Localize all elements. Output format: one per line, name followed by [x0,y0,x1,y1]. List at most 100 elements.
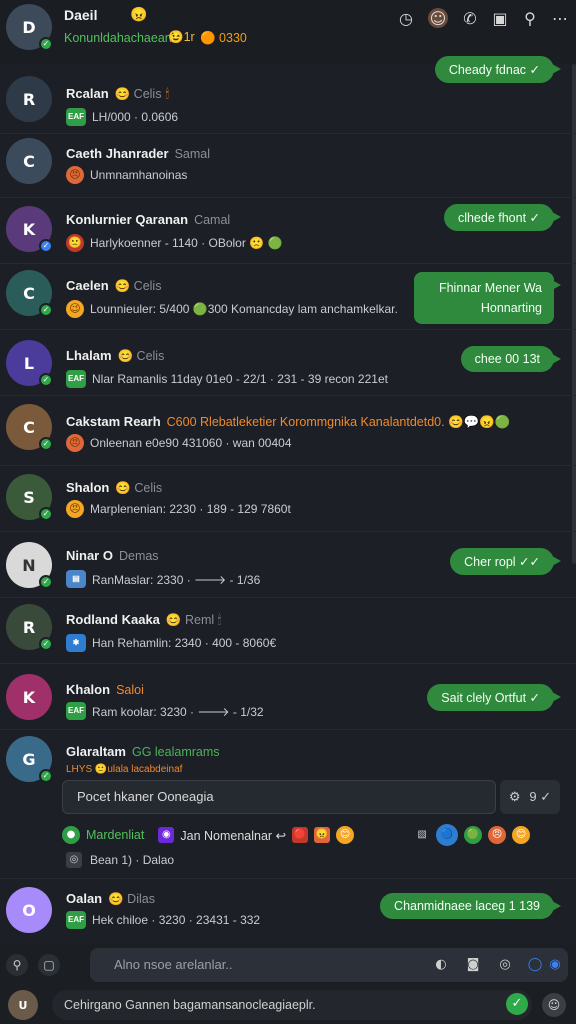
chat-tag: Camal [194,213,231,227]
chat-tag: Saloi [116,683,144,697]
chat-row[interactable]: S ✓ Shalon 😊 Celis 😠 Marplenenian: 2230 · 1… [0,466,576,532]
reply-meta: ◎ Bean 1) · Dalao [66,852,174,868]
search-icon[interactable]: ⚲ [6,954,28,976]
subtitle-badge: 😉1r [168,30,195,44]
chat-tag: 😊 Celis [115,481,163,495]
avatar: C [6,138,52,184]
online-status-icon: ✓ [39,373,53,387]
confirm-icon[interactable]: 9 ✓ [529,789,551,805]
sticker-tool-icon[interactable]: ◎ [496,956,514,974]
online-status-icon: ✓ [39,507,53,521]
chat-preview: LHYS 🙁ulala lacabdeinaf [66,764,183,775]
clock-icon[interactable]: ◷ [396,8,416,28]
chat-name: Ninar O [66,548,113,563]
smile-emoji-icon-2[interactable]: 😊 [512,826,531,844]
avatar: K [6,674,52,720]
link-icon[interactable]: ⚲ [520,8,540,28]
chat-row[interactable]: C ✓ Caelen 😊 Celis 😉 Lounnieuler: 5/400 🟢30… [0,264,576,330]
header-avatar[interactable]: D ✓ [6,4,53,51]
call-icon[interactable]: ✆ [460,8,480,28]
chat-row[interactable]: R Rcalan 😊 Celis 🕯 EAF LH/000 · 0.0606 [0,70,576,134]
reply-input[interactable]: Pocet hkaner Ooneagia [62,780,496,814]
compose-bar: U Cehirgano Gannen bagamansanocleagiaepl… [0,986,576,1024]
compose-input[interactable]: Cehirgano Gannen bagamansanocleagiaeplr. [52,990,532,1020]
chat-tag: Demas [118,549,159,563]
angry-emoji-icon[interactable]: 😠 [314,827,331,843]
share-emoji-icon[interactable]: 🔵 [436,824,459,846]
angry-emoji-icon-2[interactable]: 😠 [488,826,507,844]
chat-badge-icon: ▤ [66,570,86,588]
chat-tag: 😊 Dilas [108,892,155,906]
chat-row[interactable]: G ✓ Glaraltam GG lealamrams LHYS 🙁ulala la… [0,730,576,783]
emoji-picker-icon[interactable]: ☺ [542,993,566,1017]
chat-title: Daeil [64,7,98,23]
square-icon[interactable]: ▢ [38,954,60,976]
chat-row[interactable]: R ✓ Rodland Kaaka 😊 Reml 🕯 ✱ Han Rehamlin: … [0,598,576,664]
chat-tag: Samal [174,147,211,161]
chat-extra: 🕯 [165,87,170,101]
reaction-label: Jan Nomenalnar ↩ [180,828,287,843]
chat-name: Konlurnier Qaranan [66,212,189,227]
image-icon[interactable]: ▧ [414,827,430,843]
chat-badge-icon: 😠 [66,434,84,452]
chat-name: Caelen [66,278,109,293]
online-status-icon: ✓ [39,575,53,589]
send-button[interactable]: ✓ [506,993,528,1015]
chat-tag: 😊 Celis [114,279,162,293]
contrast-icon[interactable]: ◐ [432,956,450,974]
chat-row[interactable]: K ✓ Konlurnier Qaranan Camal 🙁 Harlykoenner… [0,198,576,264]
blue-toggle-icon[interactable]: ◯ [526,956,544,974]
chat-name: Glaraltam [66,744,126,759]
chat-row[interactable]: C Caeth Jhanrader Samal 😠 Unmnamhanoinas [0,134,576,198]
online-status-icon: ✓ [39,769,53,783]
chat-row[interactable]: C ✓ Cakstam Rearh C600 Rlebatleketier Koro… [0,396,576,466]
avatar: R [6,76,52,122]
bottom-toolbar: ⚲ ▢ Alno nsoe arelanlar.. ◐ ◙ ◎ ◯ ◉ [0,944,576,986]
chat-preview: Hek chiloe · 3230 · 23431 - 332 [92,913,261,927]
smile-emoji-icon[interactable]: 😊 [336,826,355,844]
chat-header: D ✓ Daeil 😠 Konunldahachaean : 😉1r 🟠 033… [0,0,576,64]
chat-preview: Marplenenian: 2230 · 189 - 129 7860t [90,502,291,516]
chat-row[interactable]: K Khalon Saloi EAF Ram koolar: 3230 · 🡒 - … [0,664,576,730]
chat-tag: C600 Rlebatleketier Korommgnika Kanalant… [166,415,511,429]
reply-panel: Pocet hkaner Ooneagia ⚙ 9 ✓ [62,780,560,814]
chat-badge-icon: EAF [66,702,86,720]
group-icon: ● [62,826,80,844]
green-emoji-icon[interactable]: 🟢 [464,826,483,844]
chat-name: Rcalan [66,86,109,101]
chat-tag: 😊 Celis [117,349,165,363]
chat-badge-icon: 😉 [66,300,84,318]
blue-toggle-icon-2[interactable]: ◉ [546,956,564,974]
title-emoji-icon: 😠 [130,6,148,22]
chat-preview: Unmnamhanoinas [90,168,188,182]
message-bubble[interactable]: Chanmidnaee laceg 1 139 [380,893,561,919]
online-status-icon: ✓ [39,239,53,253]
reply-meta-text: Bean 1) · Dalao [90,853,175,867]
avatar-icon[interactable]: ☺ [428,8,448,28]
chat-preview: Harlykoenner - 1140 · OBolor 🙁 🟢 [90,236,283,250]
chat-row[interactable]: L ✓ Lhalam 😊 Celis EAF Nlar Ramanlis 11day … [0,330,576,396]
window-icon[interactable]: ▣ [490,8,510,28]
chat-name: Oalan [66,891,103,906]
chat-badge-icon: EAF [66,370,86,388]
settings-icon[interactable]: ⚙ [509,789,521,805]
chat-preview: Lounnieuler: 5/400 🟢300 Komancday lam an… [90,302,398,316]
chat-badge-icon: ✱ [66,634,86,652]
sticker-icon[interactable]: ◉ [158,827,175,843]
red-badge-icon[interactable]: 🔴 [292,827,309,843]
chat-badge-icon: 🙁 [66,234,84,252]
chat-badge-icon: 😠 [66,166,84,184]
chat-name: Rodland Kaaka [66,612,160,627]
camera-icon[interactable]: ◙ [464,956,482,974]
chat-preview: Han Rehamlin: 2340 · 400 - 8060€ [92,636,277,650]
chat-name: Lhalam [66,348,112,363]
chat-preview: Nlar Ramanlis 11day 01e0 - 22/1 · 231 - … [92,372,388,386]
online-status-icon: ✓ [39,303,53,317]
chat-row[interactable]: O Oalan 😊 Dilas EAF Hek chiloe · 3230 · 23… [0,878,576,940]
online-status-icon: ✓ [39,37,53,51]
chat-preview: Ram koolar: 3230 · 🡒 - 1/32 [92,704,264,719]
chat-row[interactable]: N ✓ Ninar O Demas ▤ RanMaslar: 2330 · 🡒 - 1… [0,532,576,598]
more-icon[interactable]: ⋯ [550,8,570,28]
chat-subtitle: Konunldahachaean : [64,31,179,45]
chat-name: Cakstam Rearh [66,414,161,429]
